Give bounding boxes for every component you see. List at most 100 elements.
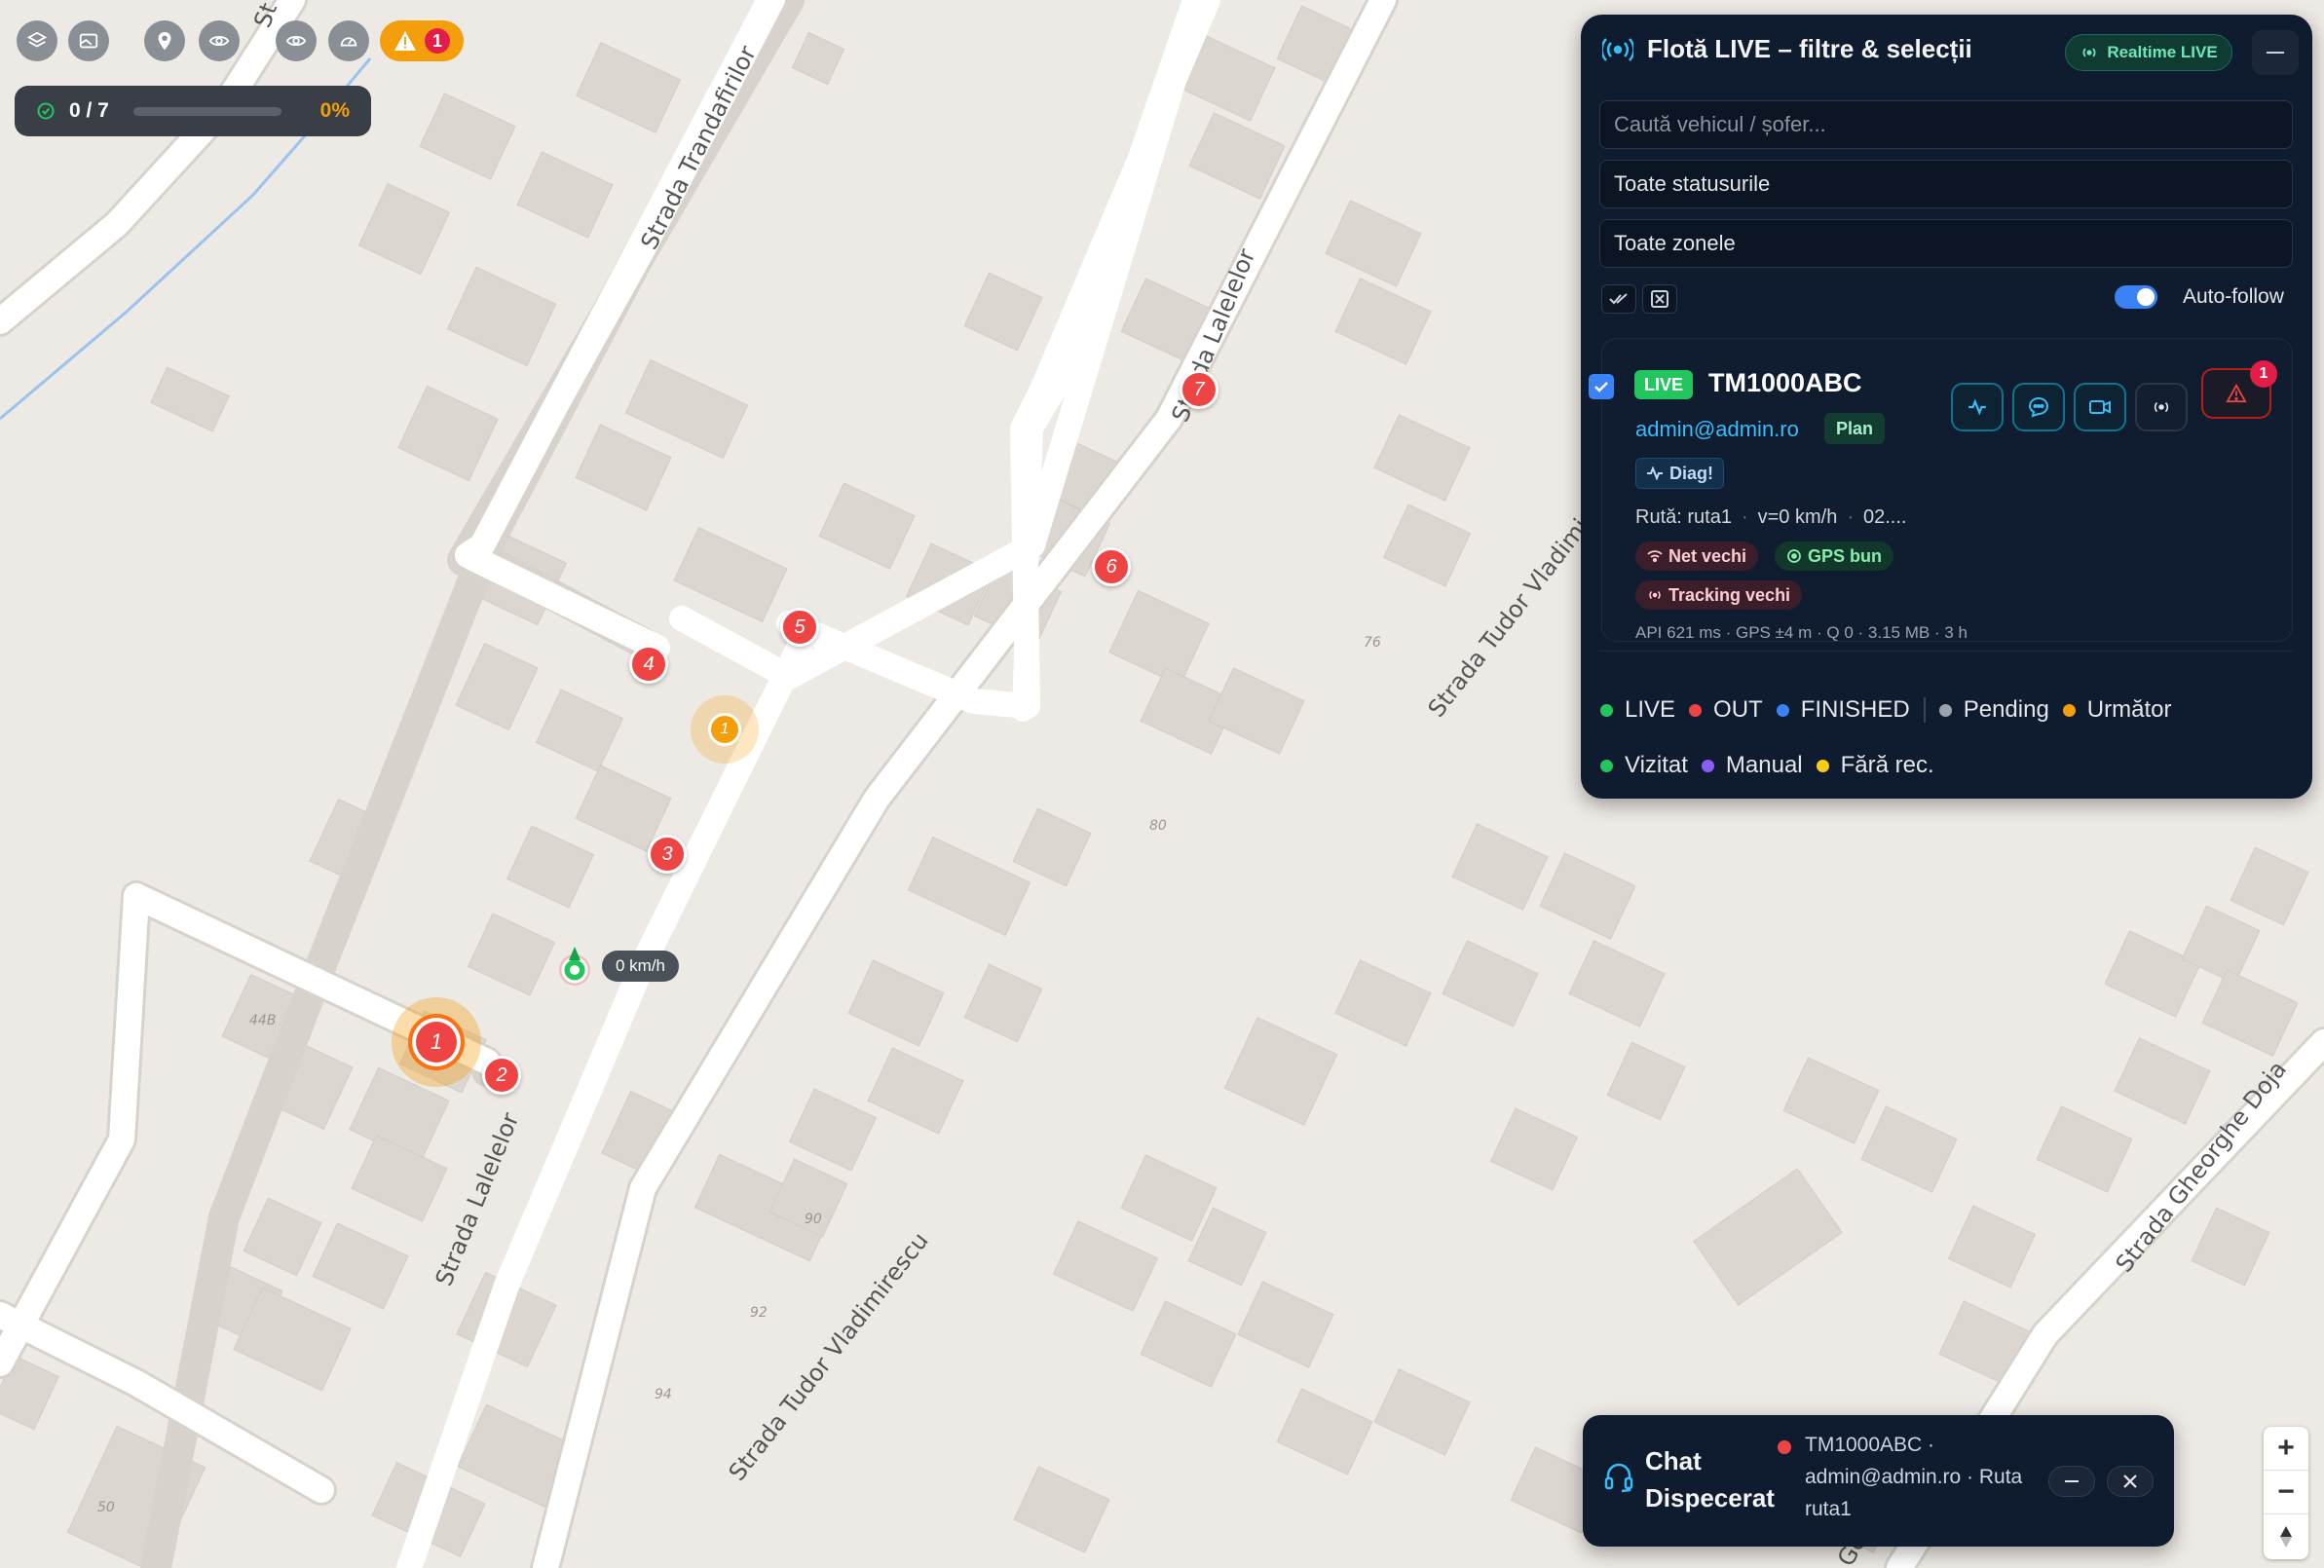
legend-item-finished: FINISHED — [1776, 696, 1910, 724]
check-circle-icon — [37, 102, 55, 120]
visibility-button[interactable] — [199, 20, 240, 61]
legend-item-visited: Vizitat — [1600, 752, 1688, 779]
legend-item-manual: Manual — [1701, 752, 1803, 779]
stop-marker[interactable]: 2 — [482, 1056, 521, 1095]
wifi-icon — [1647, 550, 1663, 562]
panel-divider — [1599, 651, 2293, 652]
progress-bar — [133, 106, 281, 116]
stop-marker[interactable]: 3 — [648, 835, 687, 874]
video-button[interactable] — [2074, 383, 2126, 431]
stop-number: 1 — [408, 1014, 465, 1070]
legend-label: LIVE — [1625, 696, 1676, 723]
chat-close-button[interactable] — [2107, 1466, 2154, 1497]
warning-icon — [2226, 384, 2247, 403]
minus-icon — [2267, 52, 2284, 54]
vehicle-checkbox[interactable] — [1589, 374, 1614, 399]
tracking-status-chip: Tracking vechi — [1635, 580, 1803, 610]
zoom-out-button[interactable]: − — [2264, 1471, 2308, 1514]
driver-email[interactable]: admin@admin.ro — [1635, 417, 1799, 442]
net-status-chip: Net vechi — [1635, 541, 1759, 571]
zoom-in-button[interactable]: + — [2264, 1427, 2308, 1471]
map-pin-icon — [158, 31, 171, 51]
house-number: 76 — [1364, 635, 1381, 651]
house-number: 90 — [805, 1212, 822, 1227]
diagnostics-button[interactable] — [1951, 383, 2004, 431]
camera-icon — [2089, 400, 2111, 414]
chat-title-line: Dispecerat — [1645, 1483, 1775, 1512]
chat-minimize-button[interactable] — [2048, 1466, 2095, 1497]
stop-marker[interactable]: 4 — [629, 645, 668, 684]
vehicle-alert-count: 1 — [2250, 360, 2277, 388]
realtime-badge: Realtime LIVE — [2065, 34, 2232, 71]
vehicle-speed-label: 0 km/h — [602, 951, 680, 982]
eye-icon — [285, 35, 307, 47]
autofollow-label: Auto-follow — [2183, 285, 2284, 308]
check-icon — [1594, 382, 1608, 392]
speedometer-button[interactable] — [328, 20, 369, 61]
broadcast-icon — [1602, 37, 1633, 61]
panel-title: Flotă LIVE – filtre & selecții — [1647, 34, 1972, 63]
broadcast-icon — [1649, 590, 1661, 600]
route-summary: Rută: ruta1 · v=0 km/h · 02.... — [1635, 506, 1907, 528]
chat-context: TM1000ABC · admin@admin.ro · Ruta ruta1 — [1805, 1434, 2023, 1520]
minus-icon — [2065, 1480, 2079, 1482]
stop-number: 2 — [496, 1064, 507, 1086]
broadcast-icon — [2082, 48, 2096, 57]
diag-label: Diag! — [1669, 463, 1713, 483]
autofollow-toggle[interactable] — [2115, 285, 2157, 309]
broadcast-button[interactable] — [2135, 383, 2188, 431]
pulse-icon — [1647, 467, 1663, 480]
stop-marker[interactable]: 5 — [780, 608, 819, 647]
legend-label: Pending — [1963, 696, 2049, 723]
chat-button[interactable] — [2012, 383, 2065, 431]
next-stop-marker[interactable]: 1 — [691, 695, 759, 764]
status-filter-select[interactable]: Toate statusurile — [1599, 160, 2293, 208]
image-icon — [79, 33, 98, 49]
plan-badge[interactable]: Plan — [1824, 413, 1886, 444]
legend-label: Următor — [2086, 696, 2172, 723]
stops-toggle-button[interactable] — [144, 20, 185, 61]
house-number: 92 — [750, 1305, 768, 1321]
stop-number: 7 — [1193, 378, 1205, 400]
diag-badge[interactable]: Diag! — [1635, 458, 1724, 489]
minimize-panel-button[interactable] — [2252, 30, 2299, 75]
house-number: 44B — [249, 1013, 276, 1028]
select-all-button[interactable] — [1601, 284, 1636, 314]
zoom-control: + − — [2264, 1427, 2308, 1559]
search-input[interactable]: Caută vehicul / șofer... — [1599, 100, 2293, 149]
visibility-alt-button[interactable] — [276, 20, 317, 61]
legend-item-out: OUT — [1689, 696, 1763, 724]
tracking-status-label: Tracking vechi — [1668, 584, 1791, 605]
stop-marker[interactable]: 6 — [1092, 547, 1131, 586]
alerts-button[interactable]: 1 — [380, 20, 464, 61]
vehicle-speed: v=0 km/h — [1757, 506, 1838, 528]
dispatcher-chat[interactable]: Chat Dispecerat TM1000ABC · admin@admin.… — [1583, 1415, 2174, 1547]
panel-header: Flotă LIVE – filtre & selecții — [1602, 34, 1972, 64]
compass-button[interactable] — [2264, 1514, 2308, 1558]
broadcast-icon — [2154, 401, 2169, 413]
vehicle-marker-icon[interactable] — [557, 945, 592, 988]
chat-bubble-icon — [2028, 396, 2049, 418]
vehicle-time: 02.... — [1863, 506, 1907, 528]
stop-marker-current[interactable]: 1 — [392, 997, 481, 1087]
legend-separator — [1923, 697, 1926, 723]
warning-icon — [394, 31, 416, 51]
legend-label: Vizitat — [1625, 752, 1688, 778]
fleet-panel: Flotă LIVE – filtre & selecții Realtime … — [1581, 15, 2312, 799]
next-stop-number: 1 — [708, 713, 741, 746]
stop-number: 5 — [794, 616, 806, 638]
gps-status-chip: GPS bun — [1775, 541, 1893, 571]
route-progress: 0 / 7 0% — [15, 86, 371, 136]
legend-item-no-record: Fără rec. — [1816, 752, 1934, 779]
clear-selection-button[interactable] — [1642, 284, 1677, 314]
telemetry-stats: API 621 ms · GPS ±4 m · Q 0 · 3.15 MB · … — [1635, 623, 1968, 642]
map-style-button[interactable] — [68, 20, 109, 61]
layers-button[interactable] — [17, 20, 57, 61]
progress-percent: 0% — [319, 99, 350, 122]
zone-filter-select[interactable]: Toate zonele — [1599, 219, 2293, 268]
double-check-icon — [1609, 293, 1628, 305]
vehicle-plate: TM1000ABC — [1708, 368, 1862, 397]
stop-marker[interactable]: 7 — [1180, 370, 1218, 409]
vehicle-alert-button[interactable]: 1 — [2201, 360, 2277, 419]
vehicle-card[interactable]: LIVE TM1000ABC admin@admin.ro Plan Diag!… — [1589, 338, 2293, 642]
